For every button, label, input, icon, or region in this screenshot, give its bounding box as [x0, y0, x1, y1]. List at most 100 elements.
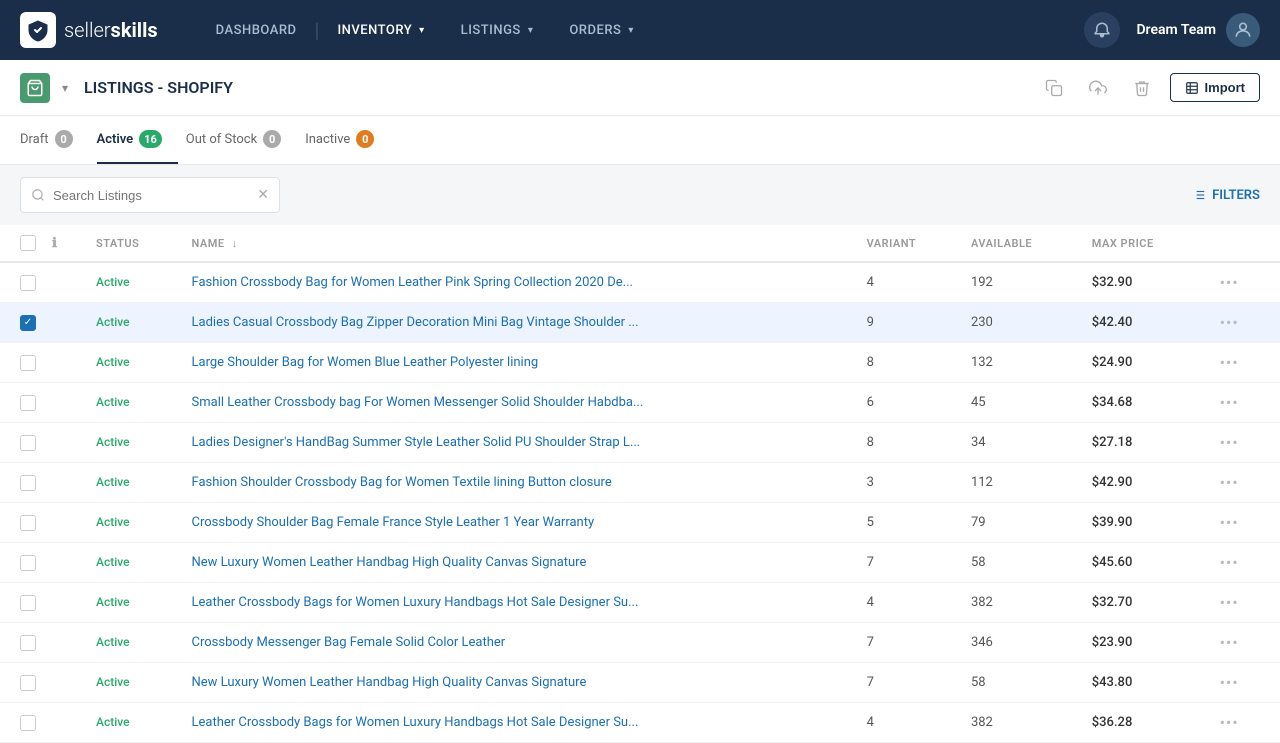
- subheader-actions: Import: [1038, 72, 1260, 104]
- row-status: Active: [84, 383, 180, 423]
- th-name[interactable]: NAME ↓: [180, 225, 855, 262]
- row-checkbox-cell: [0, 383, 48, 423]
- row-actions-button[interactable]: •••: [1214, 711, 1245, 734]
- row-actions-button[interactable]: •••: [1214, 271, 1245, 294]
- row-checkbox[interactable]: [20, 675, 36, 691]
- row-status: Active: [84, 463, 180, 503]
- row-status: Active: [84, 423, 180, 463]
- row-status: Active: [84, 543, 180, 583]
- listing-name-link[interactable]: Crossbody Messenger Bag Female Solid Col…: [192, 635, 506, 650]
- row-checkbox-cell: [0, 423, 48, 463]
- row-checkbox[interactable]: [20, 275, 36, 291]
- row-variant: 4: [855, 703, 959, 743]
- row-checkbox[interactable]: [20, 435, 36, 451]
- row-actions-cell: •••: [1202, 703, 1280, 743]
- row-variant: 7: [855, 543, 959, 583]
- row-variant: 5: [855, 503, 959, 543]
- row-checkbox-cell: [0, 262, 48, 303]
- row-available: 34: [959, 423, 1080, 463]
- import-button[interactable]: Import: [1170, 73, 1260, 102]
- row-status: Active: [84, 262, 180, 303]
- listings-table-wrap: ℹ STATUS NAME ↓ VARIANT AVAILABLE MAX PR…: [0, 225, 1280, 743]
- table-row: Active Small Leather Crossbody bag For W…: [0, 383, 1280, 423]
- row-actions-button[interactable]: •••: [1214, 671, 1245, 694]
- brand-logo[interactable]: sellerskills: [20, 12, 158, 48]
- row-available: 79: [959, 503, 1080, 543]
- row-actions-cell: •••: [1202, 262, 1280, 303]
- upload-button[interactable]: [1082, 72, 1114, 104]
- row-checkbox[interactable]: [20, 395, 36, 411]
- row-checkbox[interactable]: [20, 475, 36, 491]
- row-actions-button[interactable]: •••: [1214, 511, 1245, 534]
- th-variant: VARIANT: [855, 225, 959, 262]
- row-checkbox[interactable]: [20, 595, 36, 611]
- nav-dashboard[interactable]: DASHBOARD: [198, 0, 315, 60]
- notifications-icon[interactable]: [1084, 12, 1120, 48]
- listing-name-link[interactable]: Ladies Casual Crossbody Bag Zipper Decor…: [192, 315, 639, 330]
- table-row: Active Fashion Shoulder Crossbody Bag fo…: [0, 463, 1280, 503]
- row-checkbox-cell: [0, 463, 48, 503]
- row-checkbox[interactable]: [20, 315, 36, 331]
- listing-name-link[interactable]: Small Leather Crossbody bag For Women Me…: [192, 395, 644, 410]
- row-checkbox[interactable]: [20, 515, 36, 531]
- delete-button[interactable]: [1126, 72, 1158, 104]
- row-actions-button[interactable]: •••: [1214, 471, 1245, 494]
- listing-name-link[interactable]: Fashion Crossbody Bag for Women Leather …: [192, 275, 633, 290]
- row-actions-button[interactable]: •••: [1214, 391, 1245, 414]
- row-checkbox[interactable]: [20, 635, 36, 651]
- listing-name-link[interactable]: Large Shoulder Bag for Women Blue Leathe…: [192, 355, 539, 370]
- row-status: Active: [84, 343, 180, 383]
- row-available: 58: [959, 543, 1080, 583]
- filters-button[interactable]: FILTERS: [1192, 188, 1260, 203]
- tab-active[interactable]: Active 16: [97, 116, 178, 164]
- row-actions-button[interactable]: •••: [1214, 431, 1245, 454]
- listing-name-link[interactable]: Ladies Designer's HandBag Summer Style L…: [192, 435, 641, 450]
- search-box[interactable]: ✕: [20, 177, 280, 213]
- brand-text: sellerskills: [64, 18, 158, 42]
- row-checkbox-cell: [0, 343, 48, 383]
- row-actions-button[interactable]: •••: [1214, 351, 1245, 374]
- row-name: Ladies Casual Crossbody Bag Zipper Decor…: [180, 303, 855, 343]
- listing-name-link[interactable]: Crossbody Shoulder Bag Female France Sty…: [192, 515, 595, 530]
- select-all-checkbox[interactable]: [20, 235, 36, 251]
- row-checkbox[interactable]: [20, 555, 36, 571]
- listing-name-link[interactable]: Leather Crossbody Bags for Women Luxury …: [192, 595, 639, 610]
- row-name: New Luxury Women Leather Handbag High Qu…: [180, 663, 855, 703]
- search-clear-icon[interactable]: ✕: [257, 187, 269, 203]
- row-actions-button[interactable]: •••: [1214, 311, 1245, 334]
- tab-draft[interactable]: Draft 0: [20, 116, 89, 164]
- nav-orders[interactable]: ORDERS ▾: [551, 0, 652, 60]
- row-actions-cell: •••: [1202, 303, 1280, 343]
- row-actions-button[interactable]: •••: [1214, 591, 1245, 614]
- row-actions-button[interactable]: •••: [1214, 551, 1245, 574]
- row-name: Large Shoulder Bag for Women Blue Leathe…: [180, 343, 855, 383]
- shop-dropdown-arrow[interactable]: ▾: [62, 81, 68, 95]
- user-menu[interactable]: Dream Team: [1136, 13, 1260, 47]
- row-info-cell: [48, 623, 84, 663]
- listing-name-link[interactable]: Fashion Shoulder Crossbody Bag for Women…: [192, 475, 612, 490]
- row-actions-button[interactable]: •••: [1214, 631, 1245, 654]
- row-checkbox[interactable]: [20, 355, 36, 371]
- row-checkbox[interactable]: [20, 715, 36, 731]
- table-row: Active New Luxury Women Leather Handbag …: [0, 543, 1280, 583]
- row-variant: 7: [855, 663, 959, 703]
- table-row: Active Ladies Designer's HandBag Summer …: [0, 423, 1280, 463]
- page-title: LISTINGS - SHOPIFY: [84, 78, 233, 97]
- tab-inactive-badge: 0: [356, 130, 374, 148]
- listing-name-link[interactable]: Leather Crossbody Bags for Women Luxury …: [192, 715, 639, 730]
- listing-name-link[interactable]: New Luxury Women Leather Handbag High Qu…: [192, 675, 587, 690]
- copy-button[interactable]: [1038, 72, 1070, 104]
- nav-inventory[interactable]: INVENTORY ▾: [319, 0, 442, 60]
- th-info: ℹ: [48, 225, 84, 262]
- search-input[interactable]: [53, 188, 249, 203]
- tab-out-of-stock[interactable]: Out of Stock 0: [186, 116, 297, 164]
- row-status: Active: [84, 503, 180, 543]
- row-status: Active: [84, 303, 180, 343]
- row-info-cell: [48, 423, 84, 463]
- info-icon[interactable]: ℹ: [52, 236, 57, 251]
- listing-name-link[interactable]: New Luxury Women Leather Handbag High Qu…: [192, 555, 587, 570]
- row-name: Crossbody Messenger Bag Female Solid Col…: [180, 623, 855, 663]
- nav-listings[interactable]: LISTINGS ▾: [443, 0, 552, 60]
- tab-inactive[interactable]: Inactive 0: [305, 116, 390, 164]
- tabs-row: Draft 0 Active 16 Out of Stock 0 Inactiv…: [0, 116, 1280, 165]
